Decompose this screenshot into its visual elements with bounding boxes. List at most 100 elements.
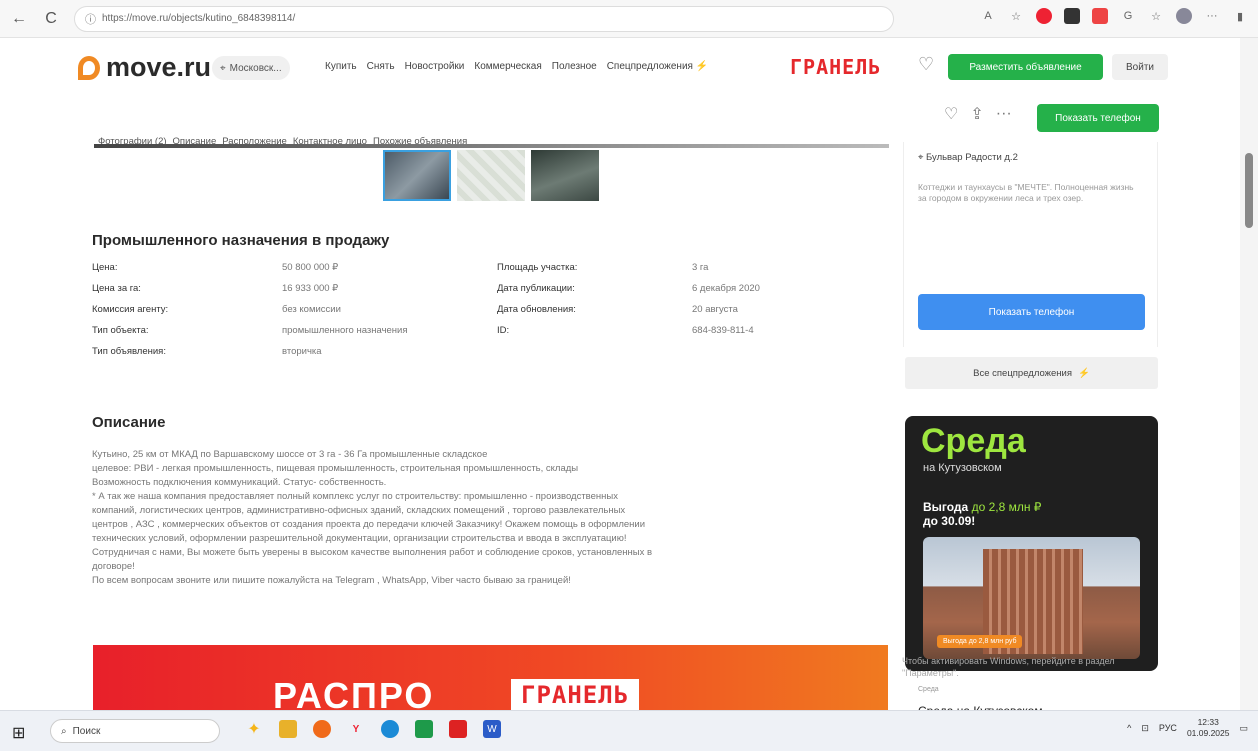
photo-thumbnails <box>383 150 599 201</box>
word-icon[interactable]: W <box>483 720 501 738</box>
back-button[interactable]: ← <box>6 6 32 32</box>
search-icon: ⌕ <box>61 725 67 737</box>
clock[interactable]: 12:33 01.09.2025 <box>1187 717 1230 739</box>
lightning-icon: ⚡ <box>695 61 709 72</box>
favorites-heart-icon[interactable]: ♡ <box>918 54 934 75</box>
extension-pdf-icon[interactable] <box>1092 8 1108 24</box>
file-explorer-icon[interactable] <box>279 720 297 738</box>
menu-item-rent[interactable]: Снять <box>367 61 395 72</box>
commission-label: Комиссия агенту: <box>92 304 169 315</box>
share-icon[interactable]: ⇪ <box>970 104 983 124</box>
description-line: договоре! <box>92 561 135 572</box>
all-offers-button[interactable]: Все спецпредложения ⚡ <box>905 357 1158 389</box>
taskbar-search[interactable]: ⌕ Поиск <box>50 719 220 743</box>
table-row: Тип объявления: вторичка <box>92 346 812 367</box>
favorite-heart-icon[interactable]: ♡ <box>944 104 958 124</box>
published-value: 6 декабря 2020 <box>692 283 760 294</box>
scrollbar-thumb[interactable] <box>1245 153 1253 228</box>
description-line: технических условий, оформлении разрешит… <box>92 533 627 544</box>
profile-avatar-icon[interactable] <box>1176 8 1192 24</box>
excel-icon[interactable] <box>415 720 433 738</box>
network-icon[interactable]: ⊡ <box>1141 723 1149 734</box>
photo-thumbnail[interactable] <box>531 150 599 201</box>
windows-taskbar: ⊞ ⌕ Поиск ✦ Y W ^ ⊡ РУС 12:33 01.09.2025… <box>0 710 1258 751</box>
ad-card[interactable]: Среда на Кутузовском Выгода до 2,8 млн ₽… <box>905 416 1158 671</box>
menu-item-special-offers[interactable]: Спецпредложения ⚡ <box>607 61 708 72</box>
price-per-ha-value: 16 933 000 ₽ <box>282 283 339 294</box>
system-tray: ^ ⊡ РУС 12:33 01.09.2025 ▭ <box>1127 717 1248 739</box>
firefox-icon[interactable] <box>313 720 331 738</box>
city-label: Московск... <box>229 62 282 74</box>
extension-red-icon[interactable] <box>1036 8 1052 24</box>
promo-banner[interactable]: РАСПРО ГРАНЕЛЬ <box>93 645 888 720</box>
copilot-sparkle-icon[interactable]: ✦ <box>245 720 263 738</box>
id-value: 684-839-811-4 <box>692 325 754 336</box>
favorite-star-icon[interactable]: ☆ <box>1008 8 1024 24</box>
menu-item-useful[interactable]: Полезное <box>552 61 597 72</box>
description-line: центров , АЗС , коммерческих объектов от… <box>92 519 646 530</box>
windows-start-icon[interactable]: ⊞ <box>12 723 25 743</box>
post-ad-button[interactable]: Разместить объявление <box>948 54 1103 80</box>
read-aloud-icon[interactable]: A <box>980 8 996 24</box>
extension-dark-icon[interactable] <box>1064 8 1080 24</box>
table-row: Комиссия агенту: без комиссии Дата обнов… <box>92 304 812 325</box>
sidebar-toggle-icon[interactable]: ▮ <box>1232 8 1248 24</box>
table-row: Тип объекта: промышленного назначения ID… <box>92 325 812 346</box>
menu-item-buy[interactable]: Купить <box>325 61 357 72</box>
page-scrollbar[interactable] <box>1240 38 1258 710</box>
address-bar[interactable]: ⓘ https://move.ru/objects/kutino_6848398… <box>74 5 894 32</box>
tray-chevron-icon[interactable]: ^ <box>1127 723 1131 733</box>
extension-toolbar: A ☆ G ☆ ··· ▮ <box>980 8 1248 24</box>
map-thumbnail[interactable] <box>457 150 525 201</box>
notifications-icon[interactable]: ▭ <box>1239 723 1248 734</box>
photo-thumbnail[interactable] <box>383 150 451 201</box>
menu-item-new-buildings[interactable]: Новостройки <box>405 61 465 72</box>
url-text: https://move.ru/objects/kutino_684839811… <box>102 13 296 24</box>
browser-toolbar: ← C ⓘ https://move.ru/objects/kutino_684… <box>0 0 1258 38</box>
price-label: Цена: <box>92 262 118 273</box>
yandex-browser-icon[interactable]: Y <box>347 720 365 738</box>
ad-offer: Выгода до 2,8 млн ₽ до 30.09! <box>923 500 1042 528</box>
price-value: 50 800 000 ₽ <box>282 262 339 273</box>
page-info-icon[interactable]: ⓘ <box>85 11 96 27</box>
menu-item-commercial[interactable]: Коммерческая <box>474 61 541 72</box>
logo-mark-icon <box>78 55 100 80</box>
city-selector[interactable]: ⌖ Московск... <box>212 56 290 80</box>
ad-subtitle: на Кутузовском <box>923 462 1002 474</box>
top-menu: Купить Снять Новостройки Коммерческая По… <box>325 61 708 72</box>
more-menu-icon[interactable]: ··· <box>1204 8 1220 24</box>
table-row: Цена за га: 16 933 000 ₽ Дата публикации… <box>92 283 812 304</box>
language-indicator[interactable]: РУС <box>1159 723 1177 733</box>
taskbar-apps: ✦ Y W <box>245 720 501 738</box>
favorites-icon[interactable]: ☆ <box>1148 8 1164 24</box>
description-line: Возможность подключения коммуникаций. Ст… <box>92 477 387 488</box>
location-pin-icon: ⌖ <box>918 152 924 163</box>
more-options-icon[interactable]: ··· <box>996 105 1012 123</box>
show-phone-button-side[interactable]: Показать телефон <box>918 294 1145 330</box>
site-logo[interactable]: move.ru <box>78 52 211 83</box>
partner-logo[interactable]: ГРАНЕЛЬ <box>790 55 881 79</box>
login-button[interactable]: Войти <box>1112 54 1168 80</box>
extension-g-icon[interactable]: G <box>1120 8 1136 24</box>
site-header: move.ru ⌖ Московск... Купить Снять Новос… <box>0 38 1240 98</box>
show-phone-button-top[interactable]: Показать телефон <box>1037 104 1159 132</box>
updated-value: 20 августа <box>692 304 738 315</box>
pdf-reader-icon[interactable] <box>449 720 467 738</box>
description-text: Кутьино, 25 км от МКАД по Варшавскому шо… <box>92 448 882 588</box>
description-line: * А так же наша компания предоставляет п… <box>92 491 618 502</box>
ad-type-label: Тип объявления: <box>92 346 166 357</box>
location-pin-icon: ⌖ <box>220 62 226 74</box>
refresh-button[interactable]: C <box>38 6 64 32</box>
updated-label: Дата обновления: <box>497 304 576 315</box>
promo-address: ⌖ Бульвар Радости д.2 <box>918 152 1018 163</box>
edge-browser-icon[interactable] <box>381 720 399 738</box>
area-label: Площадь участка: <box>497 262 578 273</box>
object-type-label: Тип объекта: <box>92 325 149 336</box>
promo-text: Коттеджи и таунхаусы в "МЕЧТЕ". Полноцен… <box>918 182 1134 203</box>
description-line: Кутьино, 25 км от МКАД по Варшавскому шо… <box>92 449 488 460</box>
lightning-icon: ⚡ <box>1078 367 1090 379</box>
price-per-ha-label: Цена за га: <box>92 283 141 294</box>
published-label: Дата публикации: <box>497 283 575 294</box>
ad-building-image: Выгода до 2,8 млн руб <box>923 537 1140 659</box>
description-line: целевое: РВИ - легкая промышленность, пи… <box>92 463 579 474</box>
